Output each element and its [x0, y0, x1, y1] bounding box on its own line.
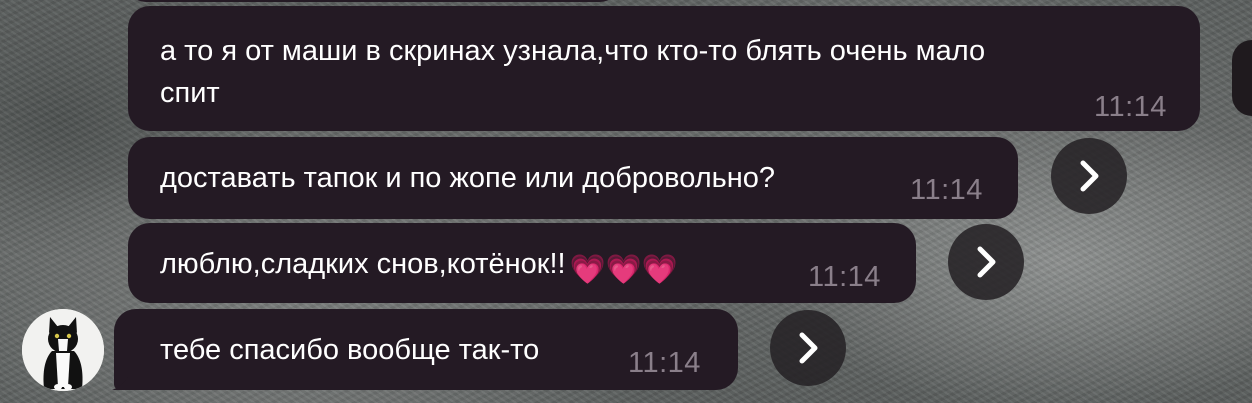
message-time: 11:14 [808, 261, 881, 293]
message-text: тебе спасибо вообще так-то [160, 334, 540, 366]
forward-button[interactable] [1051, 138, 1127, 214]
bubble-tail [112, 370, 142, 390]
message-text-line: спит [160, 77, 220, 109]
cat-avatar-icon [22, 309, 104, 391]
sender-avatar[interactable] [22, 309, 104, 391]
previous-message-bubble-edge [128, 0, 618, 2]
message-bubble[interactable]: а то я от маши в скринах узнала,что кто-… [128, 6, 1200, 131]
message-text: доставать тапок и по жопе или добровольн… [160, 162, 776, 194]
message-time: 11:14 [910, 174, 983, 206]
message-bubble[interactable]: доставать тапок и по жопе или добровольн… [128, 137, 1018, 219]
message-text: а то я от маши в скринах узнала,что кто-… [160, 30, 985, 114]
chevron-right-icon [977, 246, 996, 278]
message-bubble[interactable]: люблю,сладких снов,котёнок!! 💗💗💗 11:14 [128, 223, 916, 303]
message-text-line: а то я от маши в скринах узнала,что кто-… [160, 35, 986, 67]
chevron-right-icon [1080, 160, 1099, 192]
message-time: 11:14 [628, 347, 701, 379]
scroll-to-bottom-button-edge[interactable] [1232, 40, 1252, 116]
chevron-right-icon [799, 332, 818, 364]
message-text: люблю,сладких снов,котёнок!! 💗💗💗 [160, 243, 678, 291]
message-bubble[interactable]: тебе спасибо вообще так-то 11:14 [114, 309, 738, 390]
forward-button[interactable] [948, 224, 1024, 300]
message-time: 11:14 [1094, 91, 1167, 123]
forward-button[interactable] [770, 310, 846, 386]
message-text-content: люблю,сладких снов,котёнок!! [160, 248, 566, 280]
heart-emoji: 💗💗💗 [569, 254, 678, 286]
